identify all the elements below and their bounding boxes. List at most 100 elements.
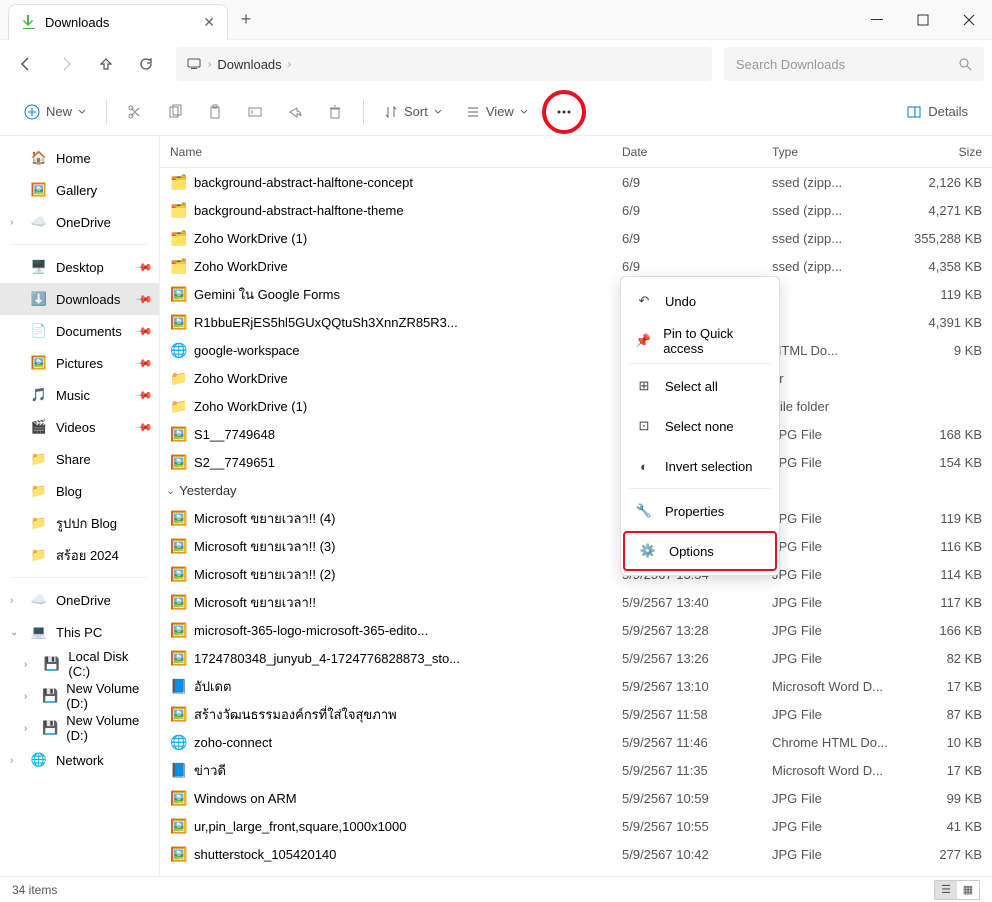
sidebar-rupok[interactable]: 📁รูปปก Blog [0, 507, 159, 539]
sidebar-thispc[interactable]: ⌄💻This PC [0, 616, 159, 648]
file-row[interactable]: 🖼️สร้างวัฒนธรรมองค์กรที่ใส่ใจสุขภาพ5/9/2… [160, 700, 992, 728]
file-row[interactable]: 🖼️Windows on ARM5/9/2567 10:59JPG File99… [160, 784, 992, 812]
sidebar-network[interactable]: ›🌐Network [0, 744, 159, 776]
delete-button[interactable] [317, 95, 353, 129]
maximize-button[interactable] [900, 0, 946, 40]
ctx-selectall[interactable]: ⊞Select all [621, 366, 779, 406]
plus-circle-icon [24, 104, 40, 120]
refresh-button[interactable] [128, 46, 164, 82]
sidebar-downloads[interactable]: ⬇️Downloads📌 [0, 283, 159, 315]
sort-button[interactable]: Sort [374, 95, 452, 129]
file-name: background-abstract-halftone-theme [194, 203, 404, 218]
sidebar-saroy[interactable]: 📁สร้อย 2024 [0, 539, 159, 571]
sidebar-home[interactable]: 🏠Home [0, 142, 159, 174]
file-date: 5/9/2567 11:46 [612, 735, 762, 750]
file-row[interactable]: 📘ข่าวดี5/9/2567 11:35Microsoft Word D...… [160, 756, 992, 784]
ctx-invert[interactable]: ◐Invert selection [621, 446, 779, 486]
file-row[interactable]: 🖼️Microsoft ขยายเวลา!! (2)5/9/2567 13:54… [160, 560, 992, 588]
file-size: 10 KB [902, 735, 992, 750]
header-name[interactable]: Name [160, 145, 612, 159]
file-date: 5/9/2567 10:55 [612, 819, 762, 834]
minimize-button[interactable] [854, 0, 900, 40]
share-button[interactable] [277, 95, 313, 129]
header-type[interactable]: Type [762, 145, 902, 159]
sidebar-onedrive[interactable]: ›☁️OneDrive [0, 206, 159, 238]
details-view-button[interactable]: ☰ [935, 881, 957, 899]
search-input[interactable]: Search Downloads [724, 47, 984, 81]
ctx-selectnone[interactable]: ⊡Select none [621, 406, 779, 446]
file-row[interactable]: 🗂️background-abstract-halftone-concept6/… [160, 168, 992, 196]
ctx-undo[interactable]: ↶Undo [621, 281, 779, 321]
group-yesterday[interactable]: ⌄Yesterday [160, 476, 992, 504]
back-button[interactable] [8, 46, 44, 82]
file-row[interactable]: 🗂️Zoho WorkDrive (1)6/9ssed (zipp...355,… [160, 224, 992, 252]
tab-close-icon[interactable]: ✕ [203, 14, 215, 31]
file-row[interactable]: 🗂️background-abstract-halftone-theme6/9s… [160, 196, 992, 224]
view-button[interactable]: View [456, 95, 538, 129]
header-size[interactable]: Size [902, 145, 992, 159]
file-icon: 🖼️ [170, 705, 188, 723]
file-row[interactable]: 🖼️Gemini ใน Google Forms6/9119 KB [160, 280, 992, 308]
file-row[interactable]: 🖼️ur,pin_large_front,square,1000x10005/9… [160, 812, 992, 840]
file-row[interactable]: 🖼️microsoft-365-logo-microsoft-365-edito… [160, 616, 992, 644]
address-bar[interactable]: › Downloads › [176, 47, 712, 81]
sidebar-documents[interactable]: 📄Documents📌 [0, 315, 159, 347]
file-row[interactable]: 📘อัปเดต5/9/2567 13:10Microsoft Word D...… [160, 672, 992, 700]
file-row[interactable]: 🖼️shutterstock_1054201405/9/2567 10:42JP… [160, 840, 992, 868]
new-tab-button[interactable]: + [228, 2, 264, 38]
copy-button[interactable] [157, 95, 193, 129]
file-type: File folder [762, 399, 902, 414]
sidebar-localc[interactable]: ›💾Local Disk (C:) [0, 648, 159, 680]
file-row[interactable]: 🌐google-workspace6/9HTML Do...9 KB [160, 336, 992, 364]
file-size: 41 KB [902, 819, 992, 834]
file-row[interactable]: 🖼️R1bbuERjES5hl5GUxQQtuSh3XnnZR85R3...6/… [160, 308, 992, 336]
header-date[interactable]: Date [612, 145, 762, 159]
file-row[interactable]: 📁Zoho WorkDrive (1)6/9/2567 10:58File fo… [160, 392, 992, 420]
pc-icon [186, 56, 202, 72]
file-row[interactable]: 🌐zoho-connect5/9/2567 11:46Chrome HTML D… [160, 728, 992, 756]
file-row[interactable]: 🖼️1724780348_junyub_4-1724776828873_sto.… [160, 644, 992, 672]
sidebar: 🏠Home 🖼️Gallery ›☁️OneDrive 🖥️Desktop📌 ⬇… [0, 136, 160, 876]
file-size: 114 KB [902, 567, 992, 582]
file-icon: 🖼️ [170, 649, 188, 667]
new-button[interactable]: New [14, 95, 96, 129]
file-row[interactable]: 📁Zoho WorkDrive6/9er [160, 364, 992, 392]
file-size: 119 KB [902, 287, 992, 302]
cut-button[interactable] [117, 95, 153, 129]
paste-button[interactable] [197, 95, 233, 129]
sidebar-music[interactable]: 🎵Music📌 [0, 379, 159, 411]
file-row[interactable]: 🖼️Microsoft ขยายเวลา!! (3)5/9/2567 13:59… [160, 532, 992, 560]
tab-downloads[interactable]: Downloads ✕ [8, 4, 228, 40]
file-icon: 🗂️ [170, 201, 188, 219]
gear-icon: ⚙️ [639, 543, 657, 559]
file-row[interactable]: 🖼️Microsoft ขยายเวลา!!5/9/2567 13:40JPG … [160, 588, 992, 616]
sidebar-share[interactable]: 📁Share [0, 443, 159, 475]
file-row[interactable]: 🖼️Microsoft ขยายเวลา!! (4)5/9/2567 14:04… [160, 504, 992, 532]
sidebar-pictures[interactable]: 🖼️Pictures📌 [0, 347, 159, 379]
file-name: microsoft-365-logo-microsoft-365-edito..… [194, 623, 428, 638]
forward-button[interactable] [48, 46, 84, 82]
rename-button[interactable] [237, 95, 273, 129]
context-menu: ↶Undo 📌Pin to Quick access ⊞Select all ⊡… [620, 276, 780, 576]
file-row[interactable]: 🖼️S1__77496486/9/2567 11:48JPG File168 K… [160, 420, 992, 448]
ctx-properties[interactable]: 🔧Properties [621, 491, 779, 531]
file-size: 17 KB [902, 763, 992, 778]
details-button[interactable]: Details [896, 95, 978, 129]
close-button[interactable] [946, 0, 992, 40]
ctx-pin[interactable]: 📌Pin to Quick access [621, 321, 779, 361]
sidebar-newvol2[interactable]: ›💾New Volume (D:) [0, 712, 159, 744]
sidebar-videos[interactable]: 🎬Videos📌 [0, 411, 159, 443]
file-row[interactable]: 🖼️S2__77496516/9/2567 11:51JPG File154 K… [160, 448, 992, 476]
sidebar-onedrive2[interactable]: ›☁️OneDrive [0, 584, 159, 616]
sidebar-blog[interactable]: 📁Blog [0, 475, 159, 507]
file-row[interactable]: 🗂️Zoho WorkDrive6/9ssed (zipp...4,358 KB [160, 252, 992, 280]
sidebar-newvol1[interactable]: ›💾New Volume (D:) [0, 680, 159, 712]
sidebar-gallery[interactable]: 🖼️Gallery [0, 174, 159, 206]
ctx-options[interactable]: ⚙️Options [623, 531, 777, 571]
more-button[interactable] [548, 96, 580, 128]
file-size: 82 KB [902, 651, 992, 666]
up-button[interactable] [88, 46, 124, 82]
breadcrumb-downloads[interactable]: Downloads [217, 57, 281, 72]
thumbnail-view-button[interactable]: ▦ [957, 881, 979, 899]
sidebar-desktop[interactable]: 🖥️Desktop📌 [0, 251, 159, 283]
